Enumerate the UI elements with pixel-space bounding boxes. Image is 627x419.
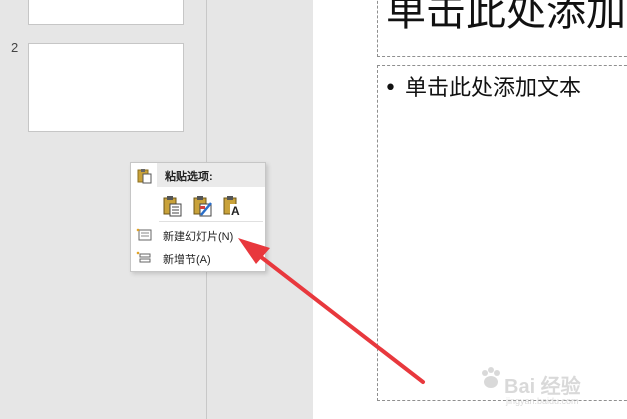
watermark-brand: Bai 经验	[504, 376, 581, 398]
annotation-arrow-shaft	[250, 248, 425, 384]
annotation-arrow	[238, 238, 425, 384]
watermark-url: jingyan.baidu.com	[506, 396, 579, 406]
baidu-paw-icon	[482, 367, 500, 388]
